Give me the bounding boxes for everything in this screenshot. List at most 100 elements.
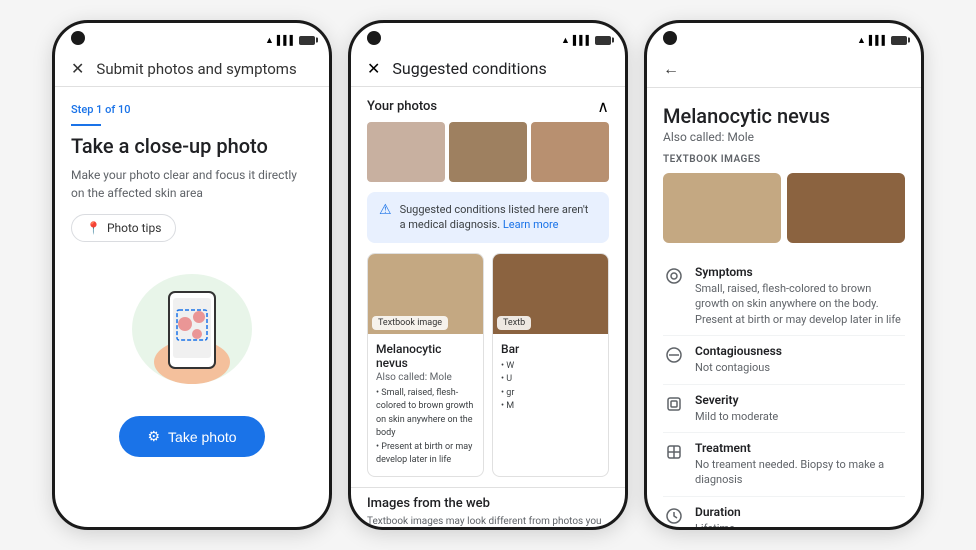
details-list: Symptoms Small, raised, flesh-colored to… xyxy=(663,257,905,527)
sub-text: Make your photo clear and focus it direc… xyxy=(71,166,313,202)
phone-2-title: Suggested conditions xyxy=(392,59,546,78)
symptoms-icon xyxy=(663,265,685,287)
symptoms-title: Symptoms xyxy=(695,265,905,279)
web-images-section: Images from the web Textbook images may … xyxy=(351,487,625,527)
card-alias-1: Also called: Mole xyxy=(376,372,475,383)
photo-thumb-2 xyxy=(449,122,527,182)
alert-icon: ⚠ xyxy=(379,202,392,218)
phone-3-header: ← xyxy=(647,51,921,88)
condition-title: Melanocytic nevus xyxy=(663,104,905,128)
lightbulb-icon: 📍 xyxy=(86,221,101,235)
signal-icon: ▌▌▌ xyxy=(277,35,296,46)
photo-tips-label: Photo tips xyxy=(107,221,161,235)
treatment-icon xyxy=(663,441,685,463)
close-icon[interactable]: ✕ xyxy=(71,59,84,78)
symptoms-text: Small, raised, flesh-colored to brown gr… xyxy=(695,281,905,327)
card-image-2: Textb xyxy=(493,254,608,334)
signal-icon-2: ▌▌▌ xyxy=(573,35,592,46)
learn-more-link[interactable]: Learn more xyxy=(503,218,559,231)
take-photo-area: ⚙ Take photo xyxy=(71,416,313,457)
severity-title: Severity xyxy=(695,393,778,407)
phone-1-header: ✕ Submit photos and symptoms xyxy=(55,51,329,87)
phone-2-notch xyxy=(367,31,381,45)
condition-card-1[interactable]: Textbook image Melanocytic nevus Also ca… xyxy=(367,253,484,477)
phone-1-notch xyxy=(71,31,85,45)
card-image-label-2: Textb xyxy=(497,316,531,330)
wifi-icon: ▲ xyxy=(265,35,274,46)
photo-thumb-3 xyxy=(531,122,609,182)
photo-thumb-1 xyxy=(367,122,445,182)
condition-card-2[interactable]: Textb Bar • W• U• gr• M xyxy=(492,253,609,477)
step-underline xyxy=(71,124,101,126)
textbook-img-2 xyxy=(787,173,905,243)
card-image-label-1: Textbook image xyxy=(372,316,448,330)
main-heading: Take a close-up photo xyxy=(71,134,313,158)
status-icons: ▲ ▌▌▌ xyxy=(265,35,315,46)
duration-text: Lifetime xyxy=(695,521,741,527)
bullet-1: • Small, raised, flesh-colored to brown … xyxy=(376,387,475,441)
card-body-2: Bar • W• U• gr• M xyxy=(493,334,608,422)
step-label: Step 1 of 10 xyxy=(71,103,313,116)
back-icon[interactable]: ← xyxy=(663,59,679,79)
web-images-desc: Textbook images may look different from … xyxy=(367,515,609,527)
status-icons-3: ▲ ▌▌▌ xyxy=(857,35,907,46)
symptoms-body: Symptoms Small, raised, flesh-colored to… xyxy=(695,265,905,327)
chevron-up-icon[interactable]: ∧ xyxy=(597,97,609,116)
photos-grid xyxy=(351,122,625,192)
phone-2-status-bar: ▲ ▌▌▌ xyxy=(351,23,625,51)
detail-duration: Duration Lifetime xyxy=(663,497,905,527)
phone-illustration xyxy=(71,262,313,396)
card-bullets-1: • Small, raised, flesh-colored to brown … xyxy=(376,387,475,468)
phone-1-title: Submit photos and symptoms xyxy=(96,60,296,78)
phone-3-status-bar: ▲ ▌▌▌ xyxy=(647,23,921,51)
textbook-label: TEXTBOOK IMAGES xyxy=(663,154,905,165)
detail-symptoms: Symptoms Small, raised, flesh-colored to… xyxy=(663,257,905,336)
duration-title: Duration xyxy=(695,505,741,519)
battery-icon-2 xyxy=(595,36,611,45)
status-icons-2: ▲ ▌▌▌ xyxy=(561,35,611,46)
your-photos-label: Your photos xyxy=(367,99,437,114)
severity-icon xyxy=(663,393,685,415)
detail-severity: Severity Mild to moderate xyxy=(663,385,905,433)
treatment-body: Treatment No treament needed. Biopsy to … xyxy=(695,441,905,488)
treatment-text: No treament needed. Biopsy to make a dia… xyxy=(695,457,905,488)
phone-1-status-bar: ▲ ▌▌▌ xyxy=(55,23,329,51)
photo-tips-button[interactable]: 📍 Photo tips xyxy=(71,214,176,242)
treatment-title: Treatment xyxy=(695,441,905,455)
phone-3-content: Melanocytic nevus Also called: Mole TEXT… xyxy=(647,88,921,527)
textbook-img-1 xyxy=(663,173,781,243)
take-photo-button[interactable]: ⚙ Take photo xyxy=(119,416,264,457)
phone-3: ▲ ▌▌▌ ← Melanocytic nevus Also called: M… xyxy=(644,20,924,530)
contagiousness-text: Not contagious xyxy=(695,360,782,375)
hand-phone-svg xyxy=(127,262,257,396)
contagious-icon xyxy=(663,344,685,366)
phone-2-header: ✕ Suggested conditions xyxy=(351,51,625,87)
battery-icon-3 xyxy=(891,36,907,45)
battery-icon xyxy=(299,36,315,45)
alert-text-content: Suggested conditions listed here aren't … xyxy=(400,203,589,231)
detail-contagiousness: Contagiousness Not contagious xyxy=(663,336,905,384)
alert-text: Suggested conditions listed here aren't … xyxy=(400,202,597,233)
wifi-icon-3: ▲ xyxy=(857,35,866,46)
phone-1: ▲ ▌▌▌ ✕ Submit photos and symptoms Step … xyxy=(52,20,332,530)
phone-2-content: Your photos ∧ ⚠ Suggested conditions lis… xyxy=(351,87,625,527)
contagiousness-body: Contagiousness Not contagious xyxy=(695,344,782,375)
conditions-grid: Textbook image Melanocytic nevus Also ca… xyxy=(351,253,625,487)
severity-body: Severity Mild to moderate xyxy=(695,393,778,424)
take-photo-label: Take photo xyxy=(168,429,237,445)
card-name-1: Melanocytic nevus xyxy=(376,342,475,370)
phone-2: ▲ ▌▌▌ ✕ Suggested conditions Your photos… xyxy=(348,20,628,530)
wifi-icon-2: ▲ xyxy=(561,35,570,46)
textbook-images xyxy=(663,173,905,243)
condition-alias: Also called: Mole xyxy=(663,130,905,144)
duration-icon xyxy=(663,505,685,527)
alert-box: ⚠ Suggested conditions listed here aren'… xyxy=(367,192,609,243)
phone-container: ▲ ▌▌▌ ✕ Submit photos and symptoms Step … xyxy=(52,20,924,530)
card-body-1: Melanocytic nevus Also called: Mole • Sm… xyxy=(368,334,483,476)
camera-icon: ⚙ xyxy=(147,428,160,445)
duration-body: Duration Lifetime xyxy=(695,505,741,527)
web-images-title: Images from the web xyxy=(367,496,609,511)
close-icon-2[interactable]: ✕ xyxy=(367,59,380,78)
your-photos-header: Your photos ∧ xyxy=(351,87,625,122)
signal-icon-3: ▌▌▌ xyxy=(869,35,888,46)
